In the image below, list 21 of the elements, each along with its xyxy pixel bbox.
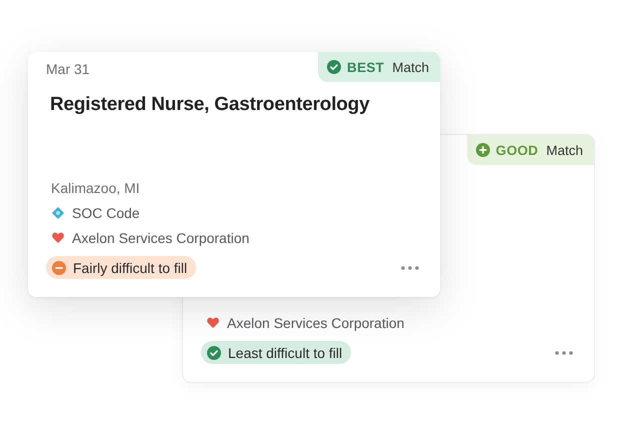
job-title: Registered Nurse, Gastroenterology [50,94,370,116]
match-grade: BEST [347,60,384,74]
match-label: Match [392,60,429,74]
more-options-icon[interactable] [555,350,573,354]
check-circle-icon [327,60,342,74]
soc-code: SOC Code [72,204,140,220]
job-location: Kalimazoo, MI [51,180,140,196]
match-label: Match [546,142,583,158]
heart-icon [207,317,219,328]
company-name: Axelon Services Corporation [72,230,250,246]
plus-circle-icon [476,143,490,157]
difficulty-label: Least difficult to fill [228,344,342,360]
check-circle-icon [207,346,221,360]
minus-circle-icon [52,260,66,274]
posting-date: Mar 31 [46,61,90,77]
diamond-icon [52,206,64,218]
heart-icon [52,232,64,243]
difficulty-label: Fairly difficult to fill [73,260,188,276]
more-options-icon[interactable] [401,266,419,270]
match-grade: GOOD [496,142,538,158]
company-name: Axelon Services Corporation [227,314,404,330]
